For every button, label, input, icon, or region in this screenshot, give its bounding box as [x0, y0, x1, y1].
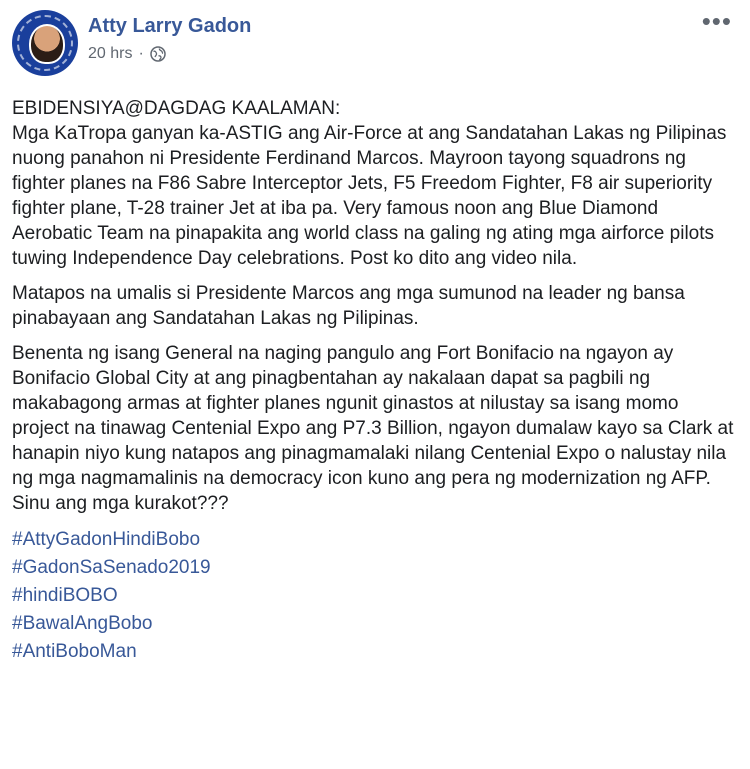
hashtag-list: #AttyGadonHindiBobo #GadonSaSenado2019 #…: [12, 526, 738, 666]
hashtag-link[interactable]: #GadonSaSenado2019: [12, 554, 738, 582]
more-options-icon[interactable]: •••: [702, 8, 732, 34]
post-paragraph: Benenta ng isang General na naging pangu…: [12, 343, 734, 514]
hashtag-link[interactable]: #hindiBOBO: [12, 582, 738, 610]
avatar-portrait: [29, 24, 65, 64]
hashtag-link[interactable]: #AntiBoboMan: [12, 638, 738, 666]
facebook-post: Atty Larry Gadon 20 hrs · ••• EBIDENSIYA…: [0, 0, 750, 769]
hashtag-link[interactable]: #BawalAngBobo: [12, 610, 738, 638]
hashtag-link[interactable]: #AttyGadonHindiBobo: [12, 526, 738, 554]
post-paragraph: Matapos na umalis si Presidente Marcos a…: [12, 283, 685, 329]
author-name[interactable]: Atty Larry Gadon: [88, 14, 251, 38]
avatar[interactable]: [12, 10, 78, 76]
post-paragraph: EBIDENSIYA@DAGDAG KAALAMAN: Mga KaTropa …: [12, 98, 727, 269]
post-timestamp[interactable]: 20 hrs: [88, 44, 132, 64]
globe-icon[interactable]: [150, 46, 166, 62]
post-body: EBIDENSIYA@DAGDAG KAALAMAN: Mga KaTropa …: [12, 96, 738, 666]
post-header-text: Atty Larry Gadon 20 hrs ·: [88, 10, 251, 64]
post-header: Atty Larry Gadon 20 hrs ·: [12, 10, 251, 76]
post-meta: 20 hrs ·: [88, 44, 251, 64]
meta-separator: ·: [138, 45, 144, 62]
